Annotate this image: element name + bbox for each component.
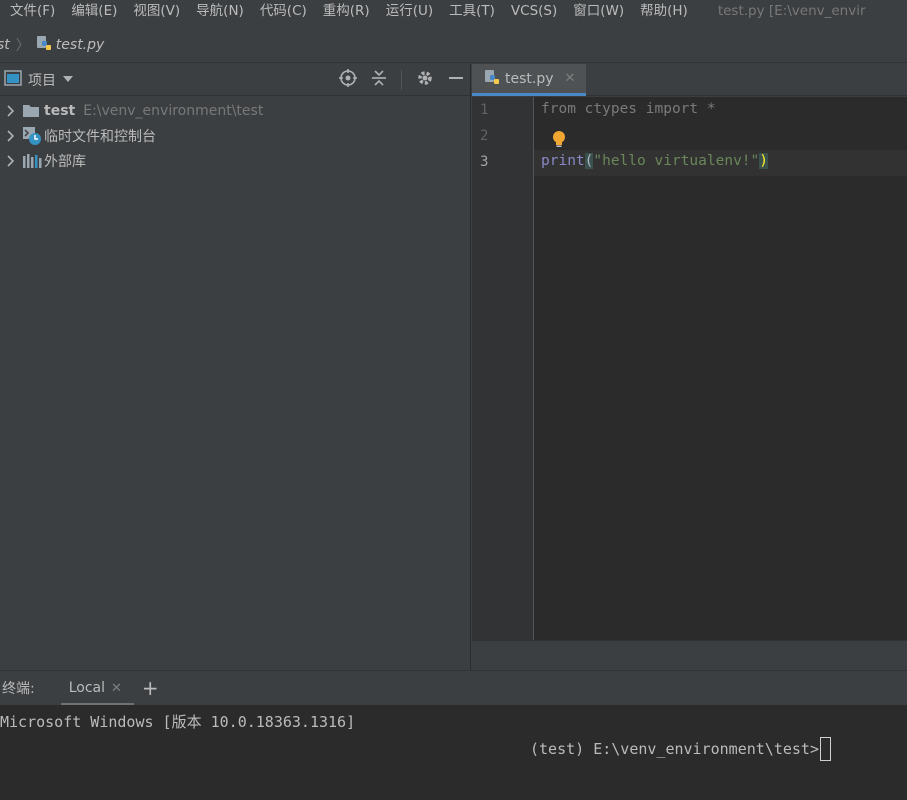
line-number: 3 [480,154,489,170]
minimize-icon[interactable] [448,69,464,91]
locate-icon[interactable] [339,69,357,91]
line-number-gutter: 1 2 3 [472,97,534,640]
code-builtin: print [541,153,585,169]
menu-help[interactable]: 帮助(H) [632,0,696,22]
menu-tools[interactable]: 工具(T) [441,0,503,22]
menu-navigate[interactable]: 导航(N) [188,0,252,22]
line-number: 2 [480,128,489,144]
python-file-icon [484,69,500,89]
menu-refactor[interactable]: 重构(R) [315,0,378,22]
project-panel-header: 项目 [0,64,470,96]
terminal-tab-local[interactable]: Local ✕ [59,671,134,706]
terminal-prompt: (test) E:\venv_environment\test> [530,740,819,758]
terminal-title: 终端: [2,681,35,697]
breadcrumb-file[interactable]: test.py [36,35,105,55]
breadcrumb-separator-icon: 〉 [15,37,30,54]
menu-view[interactable]: 视图(V) [125,0,188,22]
code-line-1: from ctypes import * [541,101,716,117]
terminal-header: 终端: Local ✕ + [0,670,907,706]
project-panel-title: 项目 [28,72,56,89]
tree-item-label: 外部库 [44,153,86,170]
chevron-right-icon[interactable] [0,129,22,142]
close-icon[interactable]: ✕ [111,681,122,696]
tree-item-label: test [44,102,76,119]
gear-icon[interactable] [416,69,434,91]
menu-code[interactable]: 代码(C) [252,0,315,22]
terminal-tab-label: Local [68,680,106,696]
menu-file[interactable]: 文件(F) [0,0,63,22]
code-editor[interactable]: 1 2 3 from ctypes import * print("hello … [472,97,907,640]
tree-item-external-libraries[interactable]: 外部库 [0,148,470,173]
collapse-all-icon[interactable] [371,69,387,91]
project-panel: 项目 test E:\venv_environment\test 临时文件和控制… [0,64,471,670]
breadcrumb-project[interactable]: st [0,37,10,53]
code-line-3: print("hello virtualenv!") [541,153,768,169]
library-icon [22,153,44,169]
line-number: 1 [480,102,489,118]
editor-status-strip [472,640,907,670]
menu-bar: 文件(F) 编辑(E) 视图(V) 导航(N) 代码(C) 重构(R) 运行(U… [0,0,907,22]
scratches-icon [22,126,44,146]
menu-run[interactable]: 运行(U) [378,0,441,22]
chevron-right-icon[interactable] [0,154,22,167]
python-file-icon [36,35,52,55]
chevron-right-icon[interactable] [0,104,22,117]
breadcrumb: st 〉 test.py [0,27,907,63]
tree-item-path: E:\venv_environment\test [83,102,264,119]
terminal-cursor [819,737,831,761]
add-terminal-icon[interactable]: + [142,678,159,698]
tree-item-scratches[interactable]: 临时文件和控制台 [0,123,470,148]
window-title: test.py [E:\venv_envir [717,3,866,19]
tree-item-test[interactable]: test E:\venv_environment\test [0,98,470,123]
menu-vcs[interactable]: VCS(S) [503,0,565,22]
project-icon [4,69,22,90]
tree-item-label: 临时文件和控制台 [44,128,156,145]
terminal-prompt-line: (test) E:\venv_environment\test> [530,737,831,761]
lightbulb-icon[interactable] [552,130,566,152]
code-paren-close: ) [759,153,768,169]
editor-tab-bar: test.py ✕ [472,64,907,96]
chevron-down-icon [62,72,74,88]
terminal-line: Microsoft Windows [版本 10.0.18363.1316] [0,713,356,731]
tab-label: test.py [505,70,554,87]
toolbar-divider [401,70,402,90]
terminal-output[interactable]: Microsoft Windows [版本 10.0.18363.1316] (… [0,705,907,800]
project-tree: test E:\venv_environment\test 临时文件和控制台 外… [0,96,470,173]
project-view-selector[interactable]: 项目 [4,69,74,90]
tab-test-py[interactable]: test.py ✕ [472,64,586,96]
folder-icon [22,104,44,118]
menu-window[interactable]: 窗口(W) [565,0,632,22]
code-string: "hello virtualenv!" [593,153,760,169]
menu-edit[interactable]: 编辑(E) [63,0,125,22]
breadcrumb-file-label: test.py [55,36,105,53]
close-icon[interactable]: ✕ [565,71,576,86]
